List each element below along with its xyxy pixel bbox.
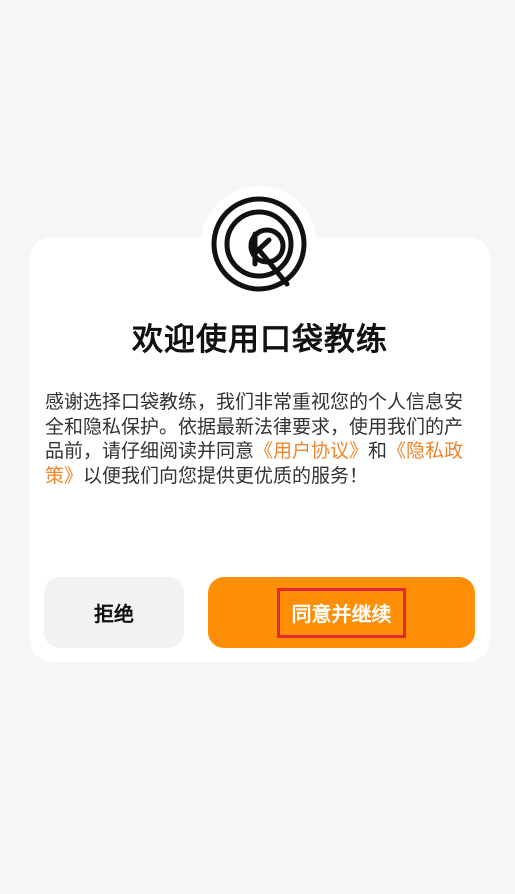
dialog-body: 感谢选择口袋教练，我们非常重视您的个人信息安全和隐私保护。依据最新法律要求，使用… — [45, 390, 465, 488]
body-text-after: 以便我们向您提供更优质的服务！ — [83, 464, 369, 487]
dialog-title: 欢迎使用口袋教练 — [132, 322, 388, 358]
body-conjunction: 和 — [368, 440, 388, 462]
user-agreement-link[interactable]: 《用户协议》 — [254, 440, 368, 462]
reject-button-label: 拒绝 — [94, 602, 134, 626]
accept-button-label: 同意并继续 — [277, 587, 406, 638]
accept-continue-button[interactable]: 同意并继续 — [208, 577, 475, 648]
app-logo — [201, 186, 317, 302]
kq-logo-icon — [211, 196, 307, 292]
reject-button[interactable]: 拒绝 — [44, 577, 184, 648]
